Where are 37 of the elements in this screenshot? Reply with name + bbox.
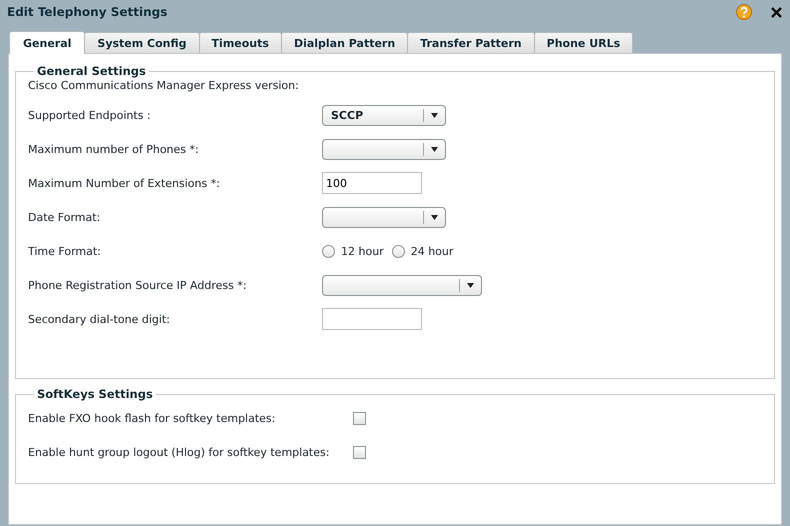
tab[interactable]: Transfer Pattern: [407, 32, 535, 53]
window-title: Edit Telephony Settings: [7, 5, 168, 19]
input-field[interactable]: [322, 308, 422, 330]
radio-label: 24 hour: [410, 244, 454, 258]
dropdown[interactable]: [322, 274, 482, 296]
close-icon[interactable]: [771, 6, 782, 18]
tab[interactable]: Phone URLs: [534, 32, 634, 53]
tab[interactable]: General: [9, 31, 86, 54]
field-label: Secondary dial-tone digit:: [28, 312, 171, 326]
field-label: Maximum number of Phones *:: [28, 142, 200, 156]
caret-icon: [467, 282, 474, 288]
dropdown[interactable]: [322, 206, 446, 228]
section-title: General Settings: [36, 64, 147, 78]
field-label: Cisco Communications Manager Express version:: [28, 78, 300, 92]
field-label: Time Format:: [28, 244, 102, 258]
dropdown[interactable]: SCCP: [322, 104, 446, 126]
caret-icon: [431, 214, 438, 220]
caret-icon: [431, 146, 438, 152]
field-label: Supported Endpoints :: [28, 108, 152, 122]
radio-button[interactable]: [392, 244, 405, 258]
radio-label: 12 hour: [341, 244, 384, 258]
tab[interactable]: System Config: [84, 32, 200, 53]
field-label: Date Format:: [28, 210, 102, 224]
checkbox[interactable]: [353, 446, 366, 458]
field-label: Maximum Number of Extensions *:: [28, 176, 221, 190]
field-label: Phone Registration Source IP Address *:: [28, 278, 248, 292]
radio-button[interactable]: [322, 244, 335, 258]
help-icon[interactable]: [736, 4, 752, 20]
dropdown[interactable]: [322, 138, 446, 160]
field-label: Enable hunt group logout (Hlog) for softkey templates:: [28, 446, 330, 458]
section-title: SoftKeys Settings: [36, 387, 154, 401]
tab[interactable]: Dialplan Pattern: [280, 32, 408, 53]
caret-icon: [431, 112, 438, 118]
tab[interactable]: Timeouts: [198, 32, 282, 53]
field-label: Enable FXO hook flash for softkey templates:: [28, 412, 276, 424]
input-field[interactable]: 100: [322, 172, 422, 194]
checkbox[interactable]: [353, 412, 366, 424]
